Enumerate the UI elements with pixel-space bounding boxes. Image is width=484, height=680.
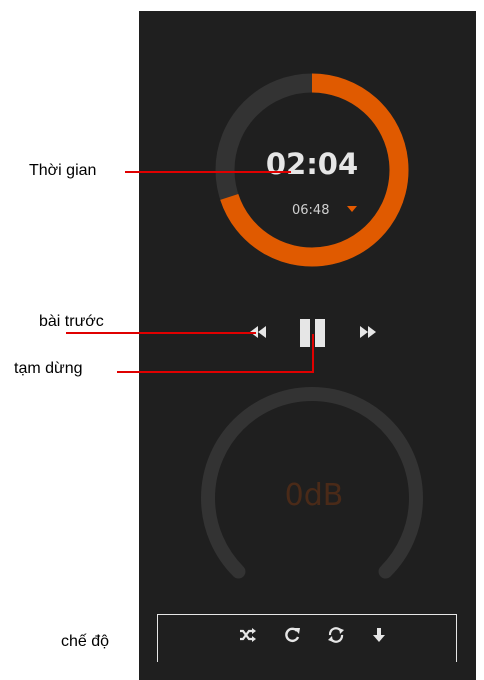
annotation-pause-line (117, 371, 314, 373)
fast-forward-icon[interactable] (358, 324, 378, 340)
shuffle-icon[interactable] (238, 626, 256, 644)
annotation-previous-line (66, 332, 256, 334)
elapsed-time: 02:04 (265, 147, 359, 181)
duration-dropdown-icon[interactable] (347, 206, 357, 212)
annotation-pause-label: tạm dừng (14, 360, 83, 377)
download-icon[interactable] (370, 626, 388, 644)
repeat-all-icon[interactable] (327, 626, 345, 644)
annotation-pause-line-vertical (312, 334, 314, 373)
annotation-previous-label: bài trước (39, 313, 104, 330)
track-duration: 06:48 (292, 203, 330, 218)
annotation-mode-label: chế độ (61, 633, 110, 650)
repeat-one-icon[interactable] (283, 626, 301, 644)
mode-bar (157, 614, 457, 662)
annotation-time-label: Thời gian (29, 162, 97, 179)
volume-level: 0dB (284, 478, 344, 513)
annotation-time-line (125, 171, 291, 173)
